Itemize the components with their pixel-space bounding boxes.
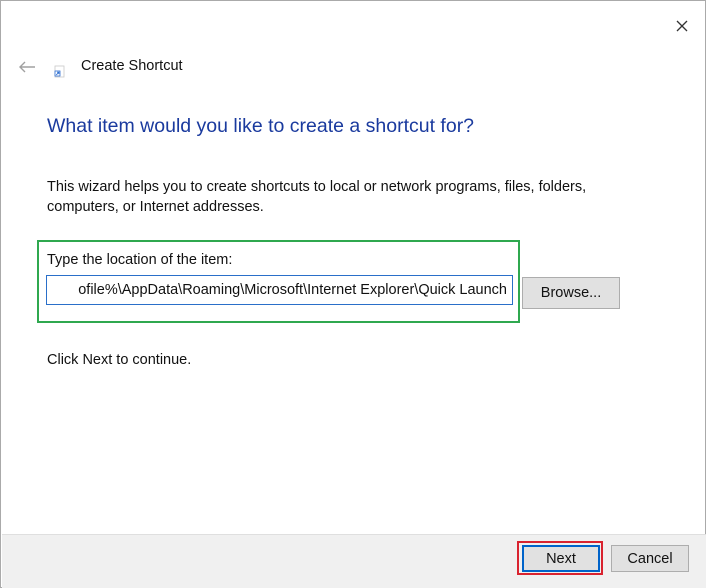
shortcut-icon [51,63,67,79]
close-button[interactable] [669,13,695,39]
location-label: Type the location of the item: [47,252,233,268]
back-arrow-icon [19,61,35,73]
next-button[interactable]: Next [522,545,600,572]
description-line-1: This wizard helps you to create shortcut… [47,179,587,195]
close-icon [676,20,688,32]
description-line-2: computers, or Internet addresses. [47,199,264,215]
cancel-button[interactable]: Cancel [611,545,689,572]
page-heading: What item would you like to create a sho… [47,115,475,137]
create-shortcut-dialog: Create Shortcut What item would you like… [0,0,706,588]
browse-button[interactable]: Browse... [522,277,620,309]
back-button[interactable] [15,57,39,77]
dialog-title: Create Shortcut [81,58,183,74]
continue-instruction: Click Next to continue. [47,352,192,368]
wizard-description: This wizard helps you to create shortcut… [47,177,647,217]
location-input[interactable]: ofile%\AppData\Roaming\Microsoft\Interne… [46,275,513,305]
